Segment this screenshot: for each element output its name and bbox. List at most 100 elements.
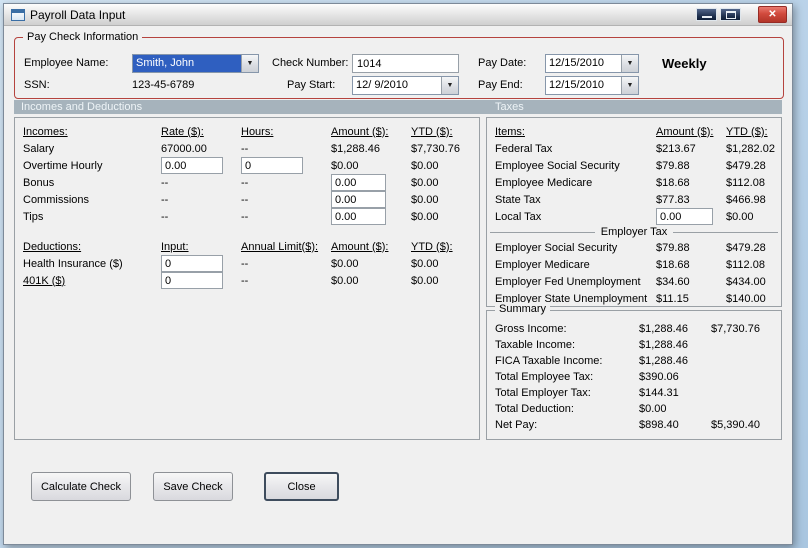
calculate-check-button[interactable]: Calculate Check — [31, 472, 131, 501]
chevron-down-icon[interactable]: ▼ — [441, 77, 458, 94]
employer-tax-separator: Employer Tax — [487, 225, 781, 239]
maximize-icon — [726, 11, 736, 19]
ytd-column-header: YTD ($): — [726, 125, 768, 138]
ssn-value: 123-45-6789 — [132, 79, 195, 91]
row-label: Employer Medicare — [495, 258, 590, 271]
employer-state-unemployment-ytd: $140.00 — [726, 292, 766, 305]
annual-limit-column-header: Annual Limit($): — [241, 240, 319, 253]
pay-start-picker[interactable]: 12/ 9/2010 ▼ — [352, 76, 459, 95]
separator-line — [673, 231, 778, 233]
minimize-icon — [702, 16, 712, 18]
row-label: Total Deduction: — [495, 403, 574, 415]
taxable-income-amount: $1,288.46 — [639, 339, 688, 351]
health-insurance-input[interactable] — [161, 255, 223, 272]
employee-name-combo[interactable]: Smith, John ▼ — [132, 54, 259, 73]
check-number-input[interactable] — [352, 54, 459, 73]
tax-row-state: State Tax $77.83 $466.98 — [487, 191, 781, 208]
401k-link[interactable]: 401K ($) — [23, 275, 161, 287]
save-check-button[interactable]: Save Check — [153, 472, 233, 501]
amount-column-header: Amount ($): — [331, 240, 389, 253]
overtime-rate-input[interactable] — [161, 157, 223, 174]
summary-row-net-pay: Net Pay: $898.40 $5,390.40 — [487, 417, 781, 433]
commissions-rate-value: -- — [161, 193, 169, 206]
bonus-hours-value: -- — [241, 176, 249, 189]
section-label-taxes: Taxes — [495, 101, 524, 113]
pay-date-picker[interactable]: 12/15/2010 ▼ — [545, 54, 639, 73]
input-column-header: Input: — [161, 240, 189, 253]
tips-amount-input[interactable] — [331, 208, 386, 225]
section-header-bar: Incomes and Deductions Taxes — [14, 100, 782, 114]
federal-tax-amount: $213.67 — [656, 142, 696, 155]
bonus-rate-value: -- — [161, 176, 169, 189]
summary-row-total-employee-tax: Total Employee Tax: $390.06 — [487, 369, 781, 385]
summary-group-label: Summary — [495, 303, 551, 315]
overtime-ytd-value: $0.00 — [411, 159, 439, 172]
deduction-row-401k: 401K ($) -- $0.00 $0.00 — [15, 272, 479, 289]
row-label: Local Tax — [495, 210, 542, 223]
ssn-label: SSN: — [24, 79, 50, 91]
ytd-column-header: YTD ($): — [411, 125, 453, 138]
minimize-button[interactable] — [696, 8, 717, 21]
row-label: Health Insurance ($) — [23, 257, 123, 270]
row-label: Employee Medicare — [495, 176, 593, 189]
row-label: Salary — [23, 142, 55, 155]
income-row-overtime: Overtime Hourly $0.00 $0.00 — [15, 157, 479, 174]
local-tax-input[interactable] — [656, 208, 713, 225]
health-insurance-amount-value: $0.00 — [331, 257, 359, 270]
commissions-hours-value: -- — [241, 193, 249, 206]
row-label: Total Employer Tax: — [495, 387, 591, 399]
employer-medicare-amount: $18.68 — [656, 258, 690, 271]
tax-row-employee-medicare: Employee Medicare $18.68 $112.08 — [487, 174, 781, 191]
taxes-header-row: Items: Amount ($): YTD ($): — [487, 123, 781, 140]
health-insurance-limit-value: -- — [241, 257, 249, 270]
close-button[interactable]: ✕ — [758, 6, 787, 23]
chevron-down-icon[interactable]: ▼ — [241, 55, 258, 72]
summary-row-gross-income: Gross Income: $1,288.46 $7,730.76 — [487, 321, 781, 337]
salary-hours-value: -- — [241, 142, 249, 155]
chevron-down-icon[interactable]: ▼ — [621, 55, 638, 72]
income-row-commissions: Commissions -- -- $0.00 — [15, 191, 479, 208]
payroll-dialog: Payroll Data Input ✕ Pay Check Informati… — [3, 3, 793, 545]
title-bar[interactable]: Payroll Data Input ✕ — [4, 4, 792, 26]
amount-column-header: Amount ($): — [331, 125, 389, 138]
taxes-panel: Items: Amount ($): YTD ($): Federal Tax … — [486, 117, 782, 307]
summary-row-fica-taxable-income: FICA Taxable Income: $1,288.46 — [487, 353, 781, 369]
maximize-button[interactable] — [720, 8, 741, 21]
window-title: Payroll Data Input — [30, 7, 126, 22]
tax-row-employer-fed-unemployment: Employer Fed Unemployment $34.60 $434.00 — [487, 273, 781, 290]
close-dialog-button[interactable]: Close — [264, 472, 339, 501]
fica-taxable-income-amount: $1,288.46 — [639, 355, 688, 367]
hours-column-header: Hours: — [241, 125, 274, 138]
pay-start-label: Pay Start: — [287, 79, 336, 91]
401k-input[interactable] — [161, 272, 223, 289]
overtime-hours-input[interactable] — [241, 157, 303, 174]
salary-amount-value: $1,288.46 — [331, 142, 380, 155]
amount-column-header: Amount ($): — [656, 125, 714, 138]
row-label: Employer Social Security — [495, 241, 618, 254]
salary-ytd-value: $7,730.76 — [411, 142, 460, 155]
state-tax-ytd: $466.98 — [726, 193, 766, 206]
deductions-header-row: Deductions: Input: Annual Limit($): Amou… — [15, 238, 479, 255]
employee-name-label: Employee Name: — [24, 57, 109, 69]
row-label: Taxable Income: — [495, 339, 576, 351]
ytd-column-header: YTD ($): — [411, 240, 453, 253]
commissions-amount-input[interactable] — [331, 191, 386, 208]
employer-medicare-ytd: $112.08 — [726, 258, 765, 271]
pay-start-value: 12/ 9/2010 — [356, 79, 408, 91]
pay-date-label: Pay Date: — [478, 57, 527, 69]
tax-row-employer-medicare: Employer Medicare $18.68 $112.08 — [487, 256, 781, 273]
employee-medicare-amount: $18.68 — [656, 176, 690, 189]
401k-amount-value: $0.00 — [331, 274, 359, 287]
separator-line — [490, 231, 595, 233]
bonus-amount-input[interactable] — [331, 174, 386, 191]
row-label: FICA Taxable Income: — [495, 355, 603, 367]
overtime-amount-value: $0.00 — [331, 159, 359, 172]
salary-rate-value: 67000.00 — [161, 142, 207, 155]
row-label: Gross Income: — [495, 323, 567, 335]
gross-income-ytd: $7,730.76 — [711, 323, 760, 335]
employer-state-unemployment-amount: $11.15 — [656, 292, 689, 305]
chevron-down-icon[interactable]: ▼ — [621, 77, 638, 94]
pay-end-picker[interactable]: 12/15/2010 ▼ — [545, 76, 639, 95]
row-label: Employer Fed Unemployment — [495, 275, 641, 288]
pay-date-value: 12/15/2010 — [549, 57, 605, 69]
